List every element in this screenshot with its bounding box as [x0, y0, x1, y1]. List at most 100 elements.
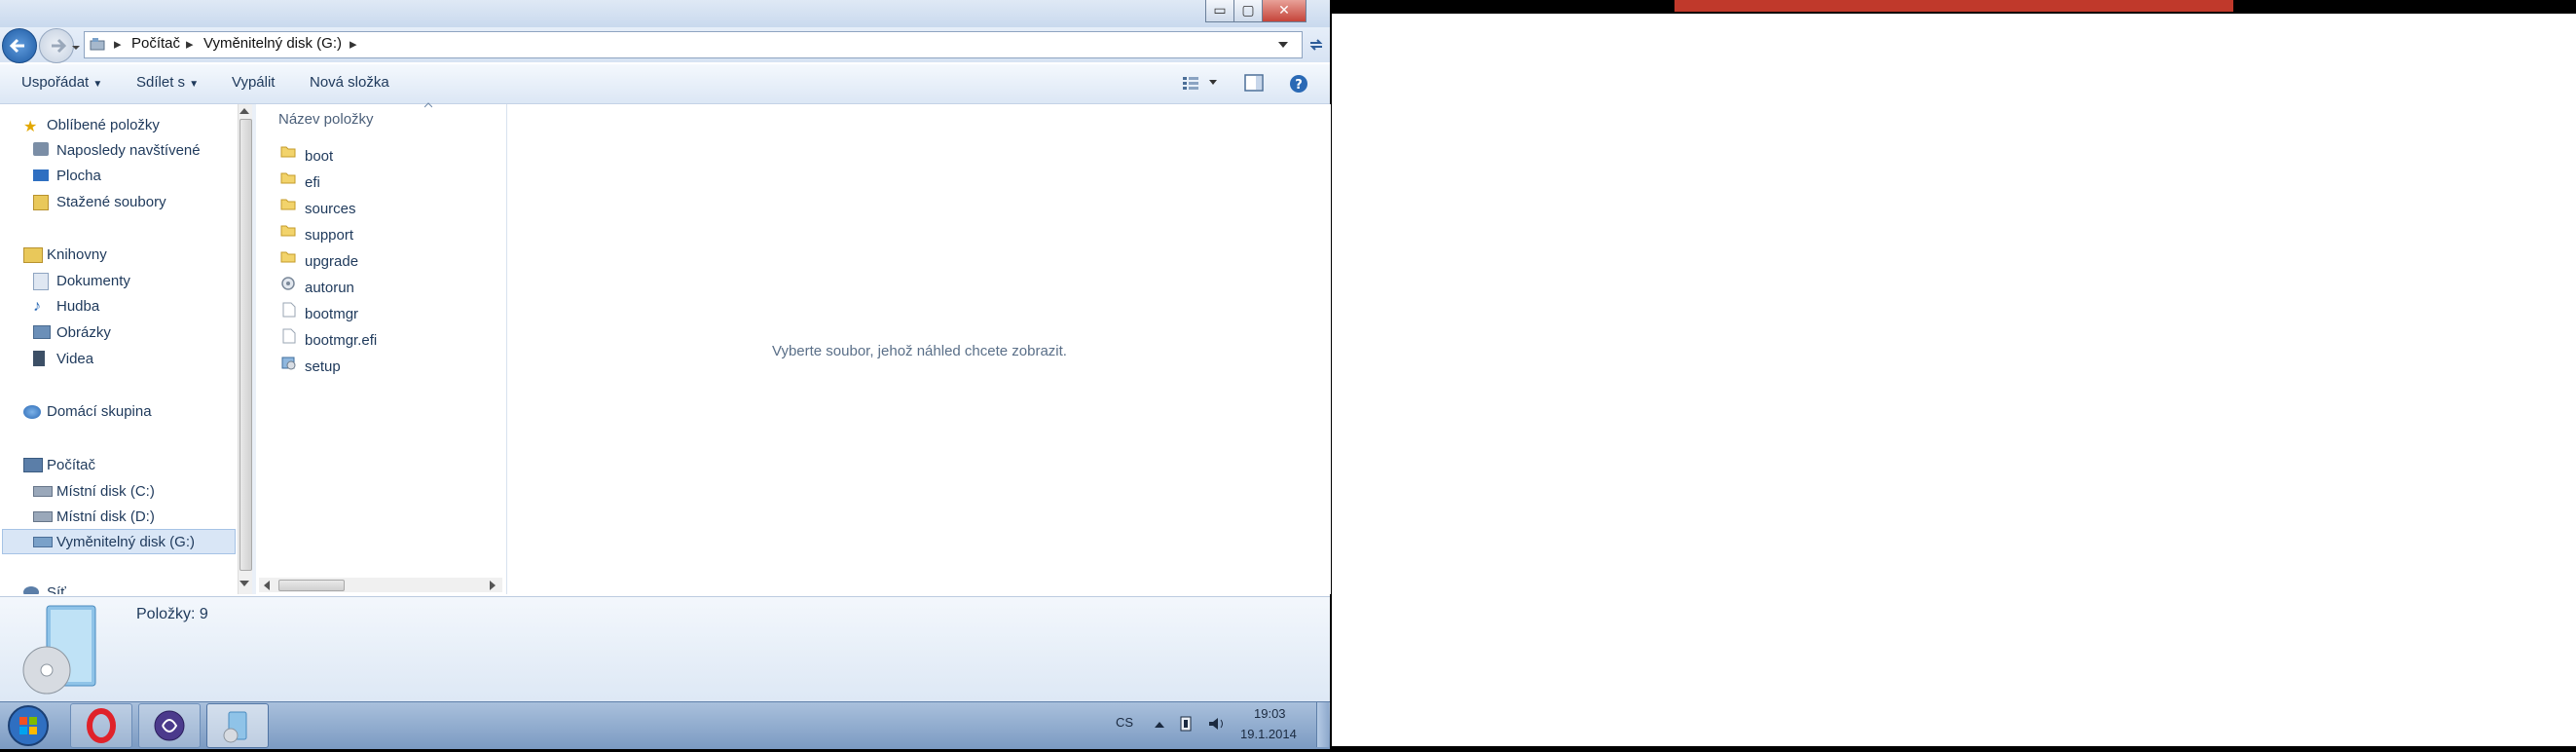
view-options-icon[interactable]: [1182, 75, 1199, 91]
removable-disk-icon: [33, 537, 53, 547]
taskbar-explorer-active[interactable]: [206, 703, 269, 748]
file-item[interactable]: setup: [305, 358, 341, 375]
nav-disk-g[interactable]: Vyměnitelný disk (G:): [56, 534, 195, 550]
nav-music[interactable]: Hudba: [56, 298, 99, 315]
preview-pane-icon[interactable]: [1244, 74, 1264, 92]
file-item[interactable]: upgrade: [305, 253, 358, 270]
taskbar-bittorrent[interactable]: [138, 703, 201, 748]
new-folder-button[interactable]: Nová složka: [310, 74, 389, 91]
bittorrent-icon: [154, 710, 185, 741]
nav-desktop[interactable]: Plocha: [56, 168, 101, 184]
nav-disk-d[interactable]: Místní disk (D:): [56, 508, 155, 525]
show-hidden-icons-icon[interactable]: [1155, 721, 1164, 729]
language-indicator[interactable]: CS: [1116, 715, 1133, 730]
breadcrumb-separator-icon: ▸: [350, 36, 357, 53]
clock-date[interactable]: 19.1.2014: [1240, 727, 1297, 741]
forward-button[interactable]: [39, 28, 74, 63]
chevron-down-icon: ▼: [92, 79, 103, 90]
refresh-icon[interactable]: [1306, 35, 1326, 55]
nav-homegroup[interactable]: Domácí skupina: [47, 403, 152, 420]
minimize-button[interactable]: ▭: [1205, 0, 1234, 22]
share-button[interactable]: Sdílet s ▼: [136, 74, 199, 91]
command-toolbar: [0, 64, 1330, 104]
nav-computer[interactable]: Počítač: [47, 457, 95, 473]
file-item[interactable]: sources: [305, 201, 356, 217]
blank-file-icon: [282, 302, 296, 318]
column-header-name[interactable]: Název položky: [278, 111, 374, 128]
organize-label: Uspořádat: [21, 74, 90, 91]
nav-libraries[interactable]: Knihovny: [47, 246, 107, 263]
breadcrumb-drive[interactable]: Vyměnitelný disk (G:): [203, 35, 342, 52]
pictures-icon: [33, 325, 51, 339]
maximize-button[interactable]: ▢: [1233, 0, 1263, 22]
folder-icon: [280, 172, 296, 184]
local-disk-icon: [33, 511, 53, 522]
breadcrumb-separator-icon: ▸: [114, 36, 122, 53]
nav-network: Síť: [47, 584, 66, 594]
file-list-hscroll-thumb[interactable]: [278, 580, 345, 591]
back-button[interactable]: [2, 28, 37, 63]
blank-file-icon: [282, 328, 296, 344]
scroll-down-arrow-icon[interactable]: [239, 580, 249, 587]
chevron-down-icon[interactable]: [1209, 80, 1217, 86]
star-icon: ★: [23, 119, 38, 135]
blank-window: [1332, 14, 2576, 746]
removable-disk-large-icon: [22, 605, 96, 695]
address-history-chevron-icon[interactable]: [1278, 41, 1288, 49]
nav-documents[interactable]: Dokumenty: [56, 273, 130, 289]
volume-icon[interactable]: [1207, 715, 1227, 733]
burn-button[interactable]: Vypálit: [232, 74, 275, 91]
file-item[interactable]: bootmgr: [305, 306, 358, 322]
file-item[interactable]: support: [305, 227, 353, 244]
computer-icon: [23, 458, 43, 472]
back-arrow-icon: [9, 38, 24, 54]
setup-installer-icon: [281, 357, 296, 370]
scroll-up-arrow-icon[interactable]: [239, 107, 249, 115]
clock-time[interactable]: 19:03: [1254, 706, 1286, 721]
item-count: Položky: 9: [136, 606, 208, 622]
help-icon[interactable]: ?: [1289, 74, 1308, 94]
preview-message: Vyberte soubor, jehož náhled chcete zobr…: [772, 343, 1067, 359]
folder-icon: [280, 251, 296, 263]
file-item[interactable]: boot: [305, 148, 333, 165]
scroll-right-arrow-icon[interactable]: [489, 581, 497, 590]
taskbar-opera[interactable]: [70, 703, 132, 748]
start-orb-icon[interactable]: [6, 704, 51, 747]
network-icon: [23, 586, 39, 594]
removable-disk-icon: [90, 38, 105, 51]
libraries-icon: [23, 247, 43, 263]
recent-pages-dropdown[interactable]: [72, 39, 80, 50]
sort-ascending-icon: [424, 102, 432, 108]
music-icon: ♪: [33, 298, 41, 315]
scroll-left-arrow-icon[interactable]: [263, 581, 271, 590]
removable-disk-icon: [223, 711, 247, 743]
power-plug-icon[interactable]: [1178, 715, 1194, 733]
nav-videos[interactable]: Videa: [56, 351, 93, 367]
organize-button[interactable]: Uspořádat ▼: [21, 74, 102, 91]
homegroup-icon: [23, 405, 41, 419]
chevron-down-icon: ▼: [189, 79, 200, 90]
address-bar[interactable]: ▸ Počítač ▸ Vyměnitelný disk (G:) ▸: [84, 31, 1303, 58]
nav-pictures[interactable]: Obrázky: [56, 324, 111, 341]
close-button[interactable]: ✕: [1262, 0, 1306, 22]
title-bar[interactable]: [0, 0, 1330, 28]
nav-recent[interactable]: Naposledy navštívené: [56, 142, 201, 159]
documents-icon: [33, 273, 49, 290]
show-desktop-button[interactable]: [1316, 702, 1329, 747]
background-window-strip: [1674, 0, 2233, 12]
videos-icon: [33, 351, 45, 366]
nav-network-partial[interactable]: Síť: [0, 583, 236, 594]
nav-disk-c[interactable]: Místní disk (C:): [56, 483, 155, 500]
nav-downloads[interactable]: Stažené soubory: [56, 194, 166, 210]
local-disk-icon: [33, 486, 53, 497]
breadcrumb-computer[interactable]: Počítač: [131, 35, 180, 52]
file-item[interactable]: bootmgr.efi: [305, 332, 377, 349]
nav-scroll-thumb[interactable]: [239, 119, 252, 571]
file-item[interactable]: efi: [305, 174, 320, 191]
file-item[interactable]: autorun: [305, 280, 354, 296]
folder-icon: [280, 146, 296, 158]
nav-favorites[interactable]: Oblíbené položky: [47, 117, 160, 133]
desktop-icon: [33, 169, 49, 181]
autorun-settings-icon: [281, 277, 295, 290]
share-label: Sdílet s: [136, 74, 186, 91]
